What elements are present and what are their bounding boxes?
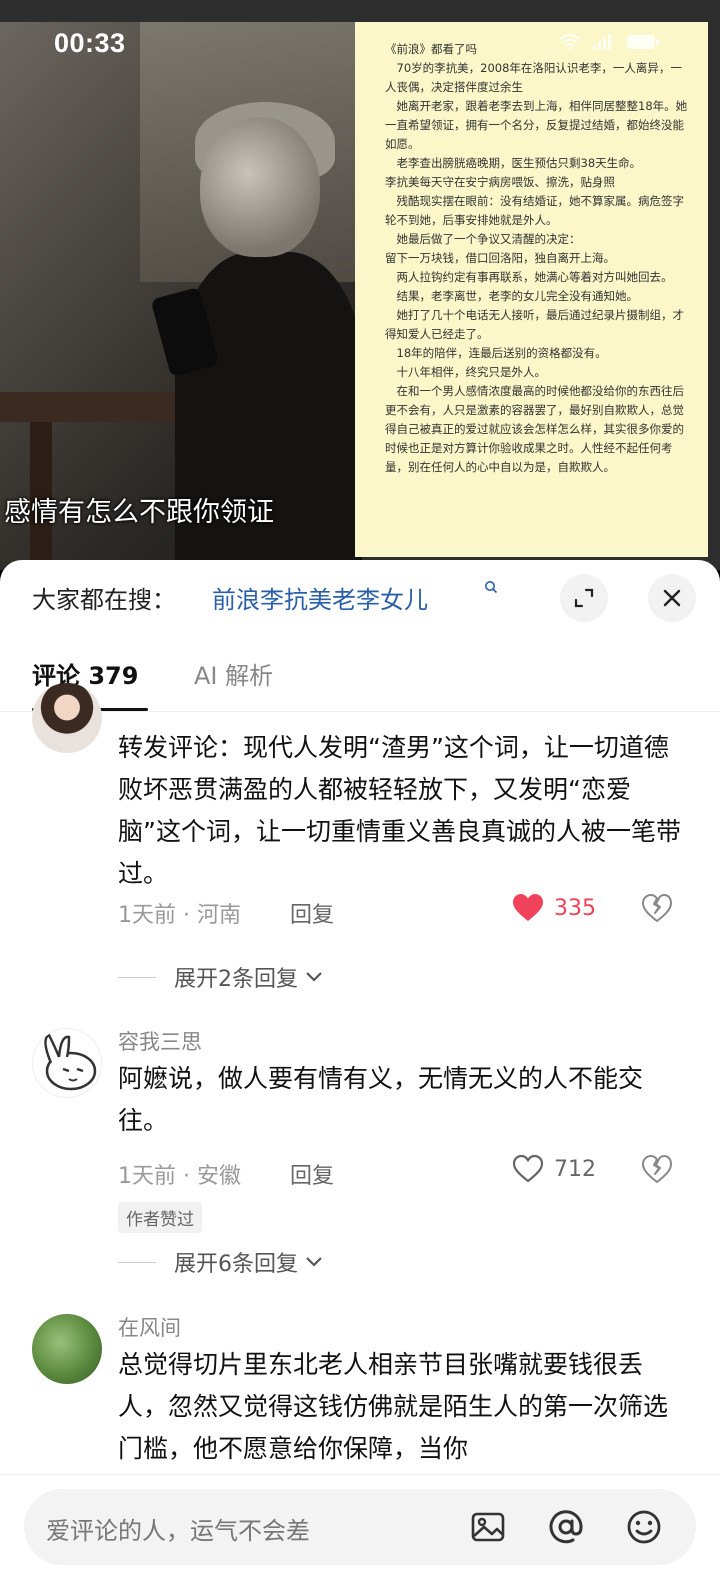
- at-mention-icon[interactable]: [546, 1507, 586, 1547]
- overlay-line: 李抗美每天守在安宁病房喂饭、擦洗，贴身照: [385, 175, 615, 189]
- search-suggestion-link[interactable]: 前浪李抗美老李女儿: [212, 580, 428, 615]
- expand-replies-label: 展开6条回复: [174, 1252, 298, 1277]
- rabbit-avatar-icon: [44, 1033, 97, 1091]
- status-time: 00:33: [54, 28, 126, 58]
- search-suggestion-row: 大家都在搜： 前浪李抗美老李女儿: [0, 560, 720, 632]
- overlay-line: 她打了几十个电话无人接听，最后通过纪录片摄制组，才得知爱人已经走了。: [385, 308, 684, 341]
- overlay-line: 她离开老家，跟着老李去到上海，相伴同居整整18年。她一直希望领证，拥有一个名分，…: [385, 99, 688, 151]
- reply-button[interactable]: 回复: [290, 1158, 334, 1190]
- comment-item: 转发评论：现代人发明“渣男”这个词，让一切道德败坏恶贯满盈的人都被轻轻放下，又发…: [0, 683, 720, 1013]
- comment-author[interactable]: 容我三思: [118, 1026, 202, 1056]
- comment-input-placeholder: 爱评论的人，运气不会差: [46, 1517, 310, 1545]
- emoji-icon[interactable]: [624, 1507, 664, 1547]
- overlay-line: 70岁的李抗美，2008年在洛阳认识老李，一人离异，一人丧偶，决定搭伴度过余生: [385, 61, 682, 94]
- dislike-icon[interactable]: [640, 1152, 674, 1186]
- overlay-line: 在和一个男人感情浓度最高的时候他都没给你的东西往后更不会有，人只是激素的容器罢了…: [385, 384, 684, 474]
- video-player[interactable]: 《前浪》都看了吗 70岁的李抗美，2008年在洛阳认识老李，一人离异，一人丧偶，…: [0, 0, 720, 570]
- overlay-line: 两人拉钩约定有事再联系，她满心等着对方叫她回去。: [385, 270, 673, 284]
- avatar[interactable]: [32, 1028, 102, 1098]
- comment-text: 总觉得切片里东北老人相亲节目张嘴就要钱很丢人，忽然又觉得这钱仿佛就是陌生人的第一…: [118, 1350, 669, 1463]
- tab-ai-analysis[interactable]: AI 解析: [194, 656, 273, 691]
- heart-outline-icon: [512, 1154, 544, 1183]
- overlay-line: 18年的陪伴，连最后送别的资格都没有。: [385, 346, 607, 360]
- battery-icon: [627, 35, 659, 49]
- heart-filled-icon: [513, 894, 543, 921]
- image-icon[interactable]: [468, 1507, 508, 1547]
- comment-text: 转发评论：现代人发明“渣男”这个词，让一切道德败坏恶贯满盈的人都被轻轻放下，又发…: [118, 733, 681, 888]
- video-overlay-text: 《前浪》都看了吗 70岁的李抗美，2008年在洛阳认识老李，一人离异，一人丧偶，…: [355, 22, 708, 557]
- wifi-icon: [558, 34, 581, 50]
- comment-author[interactable]: 在风间: [118, 1312, 181, 1342]
- overlay-line: 她最后做了一个争议又清醒的决定：: [385, 232, 581, 246]
- expand-icon: [574, 588, 594, 608]
- avatar[interactable]: [32, 1314, 102, 1384]
- close-button[interactable]: [648, 574, 696, 622]
- dislike-icon[interactable]: [640, 891, 674, 925]
- close-icon: [663, 589, 681, 607]
- comment-item: 在风间 总觉得切片里东北老人相亲节目张嘴就要钱很丢人，忽然又觉得这钱仿佛就是陌生…: [0, 1308, 720, 1478]
- tab-comments[interactable]: 评论 379: [32, 656, 138, 691]
- expand-replies-button[interactable]: 展开6条回复: [118, 1246, 324, 1278]
- signal-icon: [593, 34, 612, 50]
- comment-text: 阿嬷说，做人要有情有义，无情无义的人不能交往。: [118, 1064, 644, 1135]
- like-count: 712: [554, 1156, 596, 1182]
- expand-button[interactable]: [560, 574, 608, 622]
- like-button[interactable]: 335: [512, 893, 596, 923]
- video-frame-photo: [0, 22, 362, 562]
- comment-item: 容我三思 阿嬷说，做人要有情有义，无情无义的人不能交往。 1天前 · 安徽 回复…: [0, 1022, 720, 1322]
- comment-input[interactable]: 爱评论的人，运气不会差: [24, 1489, 696, 1565]
- comment-meta: 1天前 · 河南: [118, 903, 241, 928]
- overlay-line: 老李查出膀胱癌晚期，医生预估只剩38天生命。: [385, 156, 642, 170]
- comment-sheet: 大家都在搜： 前浪李抗美老李女儿 评论 379 AI 解析 转发评论：现代人发明…: [0, 560, 720, 1594]
- comment-meta: 1天前 · 安徽: [118, 1164, 241, 1189]
- chevron-down-icon: [306, 1257, 322, 1267]
- like-count: 335: [554, 895, 596, 921]
- avatar[interactable]: [32, 683, 102, 753]
- chevron-down-icon: [306, 972, 322, 982]
- search-prefix: 大家都在搜：: [32, 586, 176, 614]
- video-subtitle: 感情有怎么不跟你领证: [4, 497, 274, 528]
- comment-tabs: 评论 379 AI 解析: [0, 650, 720, 712]
- expand-replies-button[interactable]: 展开2条回复: [118, 961, 324, 993]
- overlay-line: 留下一万块钱，借口回洛阳，独自离开上海。: [385, 251, 615, 265]
- search-icon[interactable]: [484, 580, 498, 594]
- like-button[interactable]: 712: [512, 1154, 596, 1184]
- comment-input-bar: 爱评论的人，运气不会差: [0, 1474, 720, 1594]
- reply-button[interactable]: 回复: [290, 897, 334, 929]
- status-icons: [558, 34, 660, 55]
- overlay-line: 十八年相伴，终究只是外人。: [385, 365, 546, 379]
- expand-replies-label: 展开2条回复: [174, 967, 298, 992]
- author-liked-badge: 作者赞过: [118, 1202, 202, 1233]
- overlay-line: 残酷现实摆在眼前：没有结婚证，她不算家属。病危签字轮不到她，后事安排她就是外人。: [385, 194, 684, 227]
- overlay-line: 结果，老李离世，老李的女儿完全没有通知她。: [385, 289, 638, 303]
